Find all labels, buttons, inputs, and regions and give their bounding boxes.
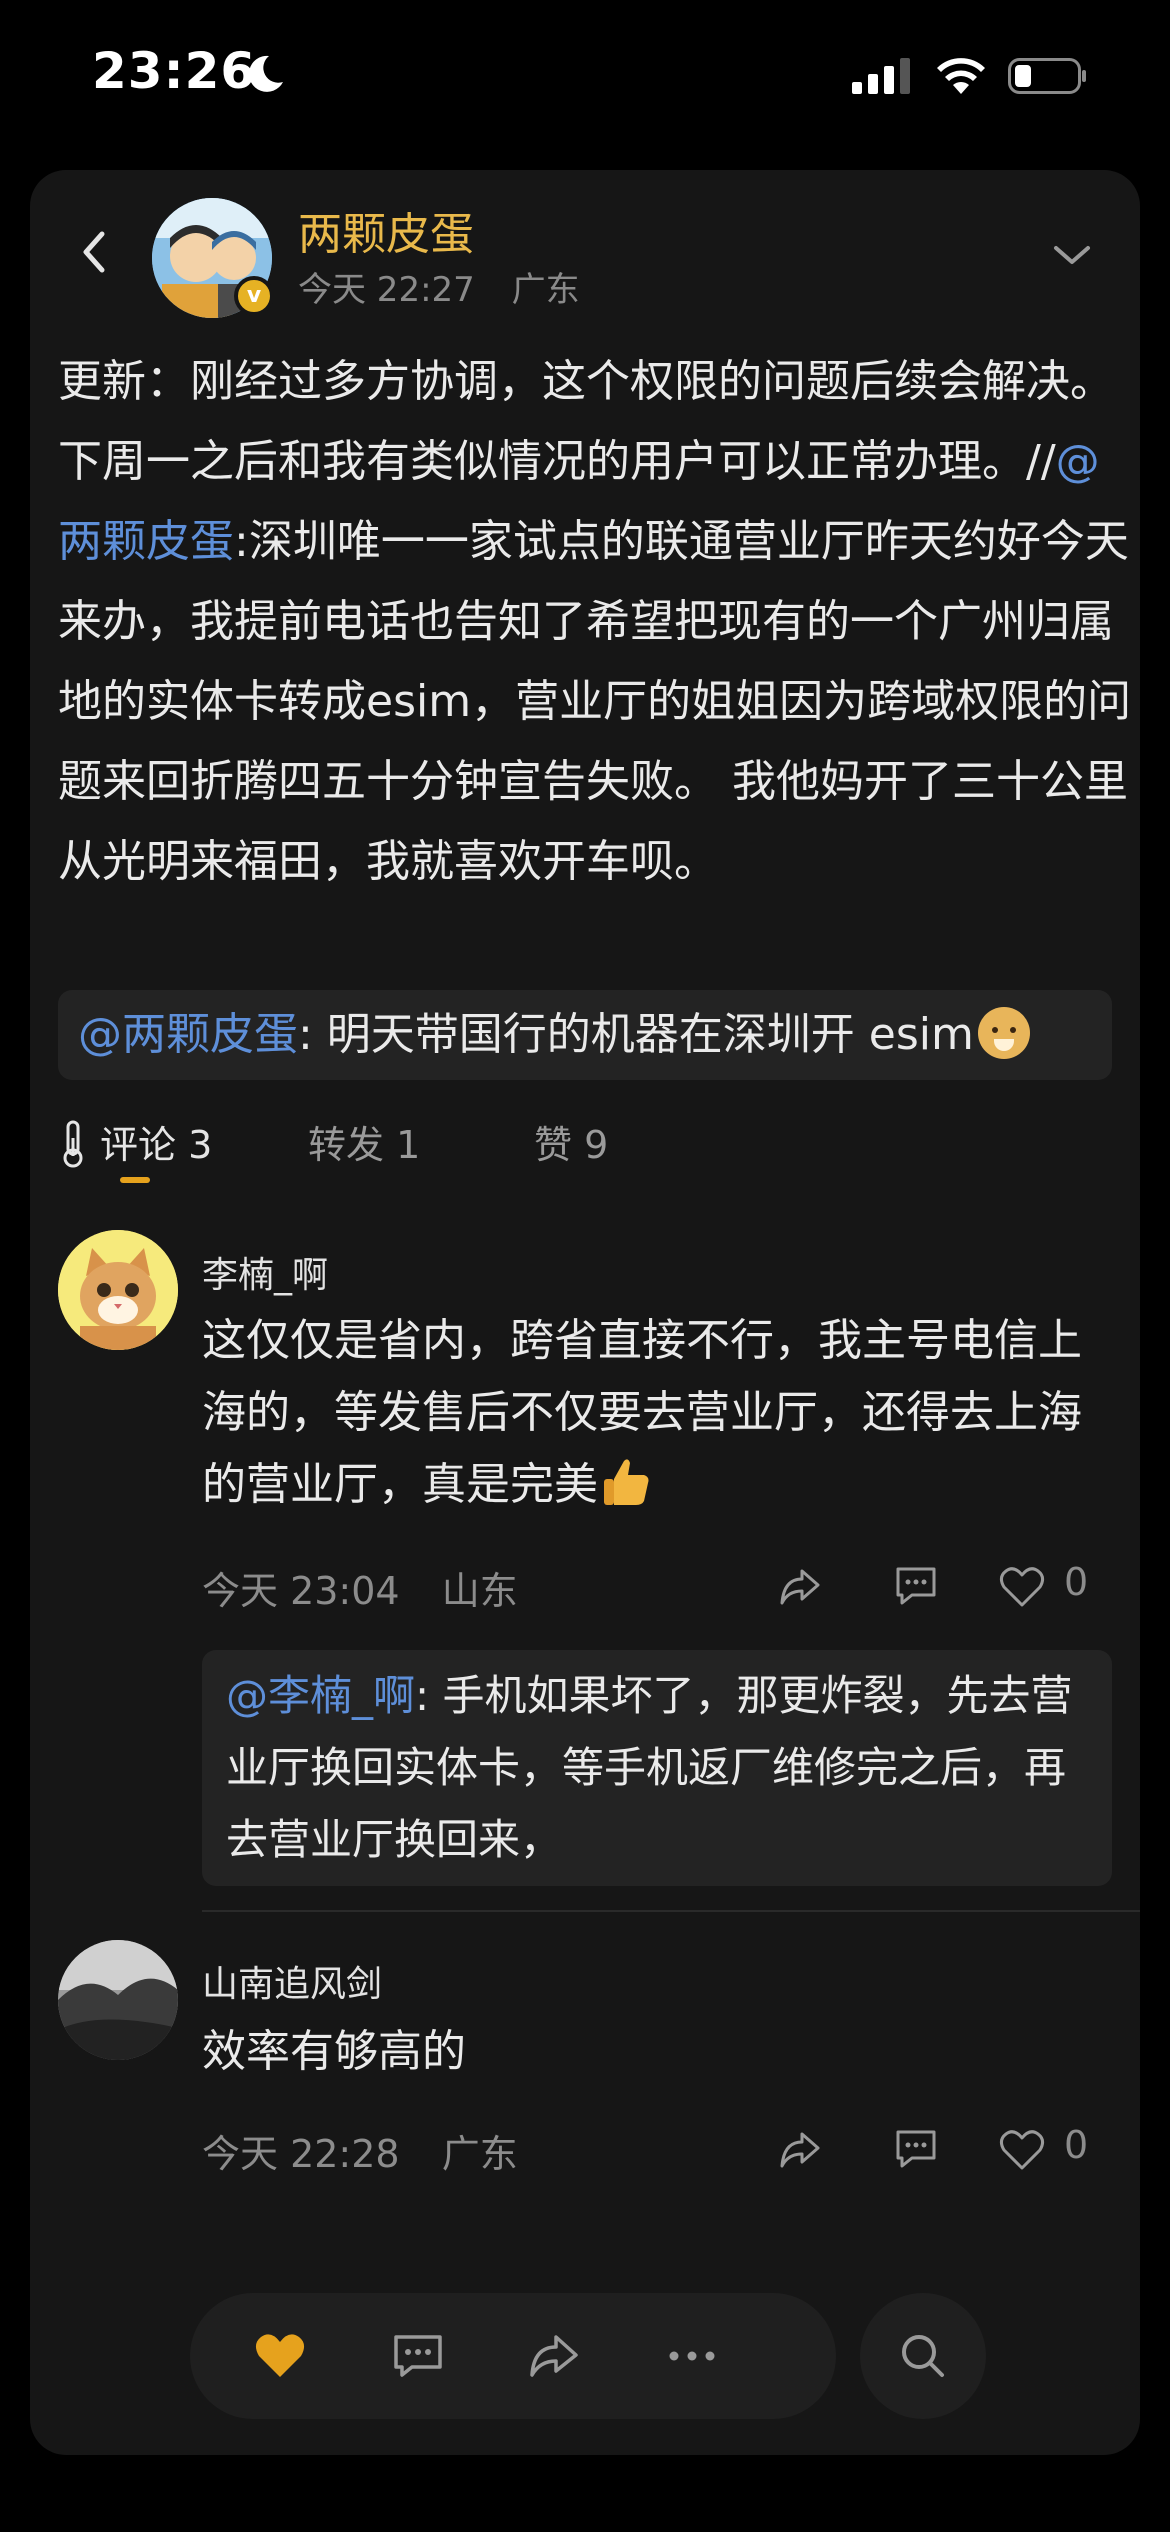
share-icon[interactable]: [776, 2128, 824, 2172]
comment-icon[interactable]: [390, 2331, 446, 2381]
repost-text: : 明天带国行的机器在深圳开 esim: [298, 1009, 974, 1060]
comment-avatar-1[interactable]: [58, 1230, 178, 1350]
comment-name-1[interactable]: 李楠_啊: [202, 1246, 328, 1298]
tab-comments[interactable]: 评论 3: [100, 1115, 212, 1175]
post-body-text-1: 更新：刚经过多方协调，这个权限的问题后续会解决。下周一之后和我有类似情况的用户可…: [58, 356, 1114, 487]
sub-reply-mention[interactable]: @李楠_啊: [226, 1671, 415, 1720]
comment-meta-1: 今天 23:04 山东: [202, 1560, 518, 1615]
post-time: 今天 22:27: [298, 270, 475, 310]
search-button[interactable]: [860, 2293, 986, 2419]
share-icon[interactable]: [526, 2331, 582, 2381]
tab-likes[interactable]: 赞 9: [534, 1115, 608, 1175]
tab-reposts[interactable]: 转发 1: [308, 1115, 420, 1175]
back-icon[interactable]: [74, 228, 114, 276]
author-name[interactable]: 两颗皮蛋: [298, 198, 474, 262]
comment-text-2: 效率有够高的: [202, 2026, 466, 2077]
comment-icon[interactable]: [892, 2126, 940, 2170]
sub-reply[interactable]: @李楠_啊: 手机如果坏了，那更炸裂，先去营业厅换回实体卡，等手机返厂维修完之后…: [202, 1650, 1112, 1886]
repost-quote[interactable]: @两颗皮蛋: 明天带国行的机器在深圳开 esim: [58, 990, 1112, 1080]
bottom-action-bar: [190, 2293, 836, 2419]
search-icon: [902, 2335, 944, 2377]
post-body: 更新：刚经过多方协调，这个权限的问题后续会解决。下周一之后和我有类似情况的用户可…: [58, 342, 1138, 902]
post-card: v 两颗皮蛋 今天 22:27 广东 更新：刚经过多方协调，这个权限的问题后续会…: [30, 170, 1140, 2455]
heart-icon[interactable]: [998, 2128, 1046, 2172]
comment-meta-2: 今天 22:28 广东: [202, 2123, 518, 2178]
landscape-avatar-photo: [58, 1940, 178, 2060]
tabs: 评论 3 转发 1 赞 9: [30, 1115, 1140, 1205]
comment-likes-1: 0: [1064, 1560, 1089, 1604]
comment-avatar-2[interactable]: [58, 1940, 178, 2060]
heart-icon[interactable]: [998, 1565, 1046, 1609]
comment-location-2: 广东: [441, 2132, 518, 2176]
post-body-text-2: :深圳唯一一家试点的联通营业厅昨天约好今天来办，我提前电话也告知了希望把现有的一…: [58, 516, 1132, 887]
chevron-down-icon[interactable]: [1052, 240, 1092, 270]
heart-filled-icon[interactable]: [252, 2331, 308, 2381]
more-icon[interactable]: [664, 2331, 720, 2381]
comment-time-2: 今天 22:28: [202, 2132, 400, 2176]
battery-icon: [1008, 58, 1086, 94]
comment-likes-2: 0: [1064, 2123, 1089, 2167]
tab-active-indicator: [120, 1177, 150, 1183]
doge-emoji-icon: [977, 1007, 1030, 1059]
post-location: 广东: [511, 270, 580, 310]
thumbs-up-emoji-icon: [604, 1459, 649, 1505]
comment-time-1: 今天 23:04: [202, 1569, 400, 1613]
comment-text-1: 这仅仅是省内，跨省直接不行，我主号电信上海的，等发售后不仅要去营业厅，还得去上海…: [202, 1305, 1102, 1521]
comment-location-1: 山东: [441, 1569, 518, 1613]
wifi-icon: [937, 58, 985, 94]
share-icon[interactable]: [776, 1565, 824, 1609]
status-time: 23:26: [92, 42, 257, 100]
cat-avatar-illustration: [58, 1230, 178, 1350]
comment-icon[interactable]: [892, 1563, 940, 1607]
signal-icon: [852, 58, 910, 94]
repost-mention[interactable]: @两颗皮蛋: [78, 1009, 298, 1060]
verified-badge: v: [234, 276, 274, 316]
moon-icon: [248, 55, 283, 92]
post-meta: 今天 22:27 广东: [298, 262, 580, 311]
comment-name-2[interactable]: 山南追风剑: [202, 1955, 382, 2007]
status-bar: 23:26: [0, 0, 1170, 150]
comment-divider: [202, 1910, 1140, 1912]
